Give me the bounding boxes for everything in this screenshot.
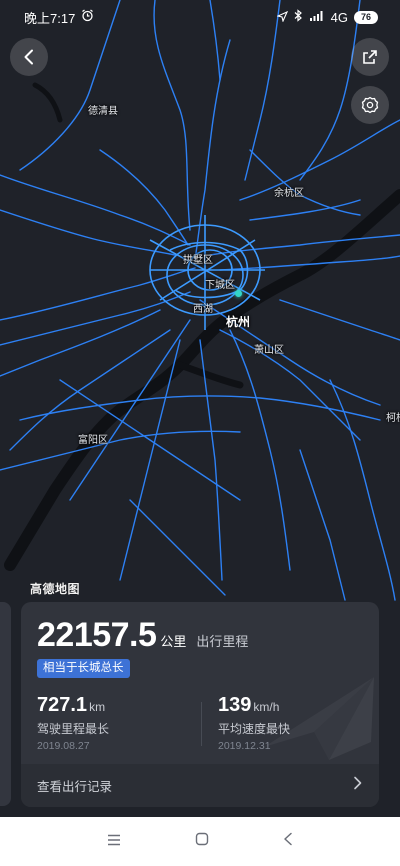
network-type: 4G — [330, 9, 348, 25]
fastest-speed-date: 2019.12.31 — [218, 740, 271, 752]
longest-drive-unit: km — [89, 700, 106, 714]
map-label-kequ: 柯桥 — [386, 413, 400, 424]
view-trip-records-row[interactable]: 查看出行记录 — [21, 764, 379, 807]
battery-icon: 76 — [354, 10, 378, 24]
total-distance-label: 出行里程 — [196, 634, 249, 649]
bluetooth-icon — [294, 9, 303, 25]
share-external-icon — [362, 49, 378, 65]
chevron-right-icon — [353, 776, 363, 795]
comparison-badge: 相当于长城总长 — [37, 659, 130, 678]
map-label-yuhang: 余杭区 — [274, 188, 304, 199]
fastest-speed-unit: km/h — [253, 700, 280, 714]
trip-summary-card: 22157.5 公里 出行里程 相当于长城总长 727.1 km 驾驶里程最长 … — [21, 602, 379, 807]
fastest-speed-stat: 139 km/h 平均速度最快 2019.12.31 — [218, 694, 290, 752]
chevron-left-icon — [22, 49, 36, 65]
location-arrow-icon — [275, 10, 288, 25]
back-triangle-icon[interactable] — [283, 832, 293, 851]
map-label-xihu: 西湖 — [193, 304, 213, 315]
gear-icon — [361, 96, 379, 114]
map-label-deqing: 德清县 — [88, 106, 118, 117]
menu-icon[interactable] — [107, 833, 121, 851]
map-label-hangzhou: 杭州 — [226, 315, 251, 329]
total-distance-unit: 公里 — [160, 634, 187, 649]
fastest-speed-value: 139 — [218, 694, 252, 716]
total-distance-value: 22157.5 — [37, 616, 157, 654]
map-label-xiacheng: 下城区 — [205, 280, 235, 291]
map-label-gongshu: 拱墅区 — [183, 255, 213, 266]
longest-drive-label: 驾驶里程最长 — [37, 722, 110, 736]
status-time: 晚上7:17 — [24, 10, 76, 26]
system-nav-bar — [0, 817, 400, 866]
longest-drive-stat: 727.1 km 驾驶里程最长 2019.08.27 — [37, 694, 109, 752]
total-distance: 22157.5 公里 出行里程 — [37, 616, 248, 655]
longest-drive-value: 727.1 — [37, 694, 88, 716]
view-trip-records-label: 查看出行记录 — [37, 780, 113, 794]
settings-button[interactable] — [351, 86, 389, 124]
status-bar: 晚上7:17 4G 76 — [0, 0, 400, 34]
alarm-icon — [81, 9, 94, 25]
signal-bars-icon — [309, 10, 325, 25]
previous-card-edge[interactable] — [0, 602, 11, 806]
map-label-fuyang: 富阳区 — [78, 435, 108, 446]
longest-drive-date: 2019.08.27 — [37, 740, 90, 752]
current-city-dot — [235, 290, 242, 297]
stats-divider — [201, 702, 202, 746]
amap-logo: 高德地图 — [30, 582, 81, 596]
map-label-xiaoshan: 萧山区 — [254, 345, 284, 356]
home-square-icon[interactable] — [195, 832, 209, 851]
share-button[interactable] — [351, 38, 389, 76]
fastest-speed-label: 平均速度最快 — [218, 722, 291, 736]
back-button[interactable] — [10, 38, 48, 76]
